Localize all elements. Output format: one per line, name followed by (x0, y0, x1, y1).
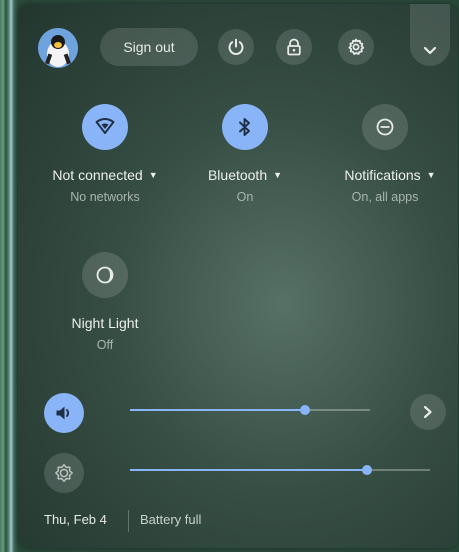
mute-button[interactable] (44, 393, 84, 433)
brightness-slider-track (367, 469, 430, 471)
wifi-icon (95, 118, 115, 134)
volume-slider-fill (130, 409, 306, 411)
notifications-dropdown-icon: ▼ (426, 170, 436, 180)
brightness-button (44, 453, 84, 493)
bluetooth-status: On (236, 190, 254, 204)
notifications-toggle[interactable] (362, 104, 408, 150)
brightness-slider-thumb[interactable] (362, 465, 372, 475)
lock-icon (287, 38, 301, 56)
volume-slider-thumb[interactable] (300, 405, 311, 415)
do-not-disturb-icon (376, 118, 394, 136)
settings-button[interactable] (338, 29, 374, 65)
footer-divider (128, 510, 129, 532)
battery-status: Battery full (140, 512, 202, 527)
lock-button[interactable] (276, 29, 312, 65)
bluetooth-label: Bluetooth (207, 167, 268, 183)
settings-icon (348, 38, 365, 55)
night-light-toggle[interactable] (82, 252, 128, 298)
collapse-button[interactable] (410, 4, 450, 66)
night-light-label: Night Light (71, 315, 139, 331)
brightness-icon (55, 464, 73, 482)
wifi-toggle[interactable] (82, 104, 128, 150)
wifi-label-row[interactable]: Not connected ▼ (40, 167, 170, 183)
chevron-right-icon (423, 405, 432, 419)
notifications-label-row[interactable]: Notifications ▼ (325, 167, 455, 183)
bluetooth-dropdown-icon: ▼ (273, 170, 283, 180)
chevron-down-icon (423, 46, 437, 55)
bluetooth-label-row[interactable]: Bluetooth ▼ (180, 167, 310, 183)
bluetooth-icon (239, 118, 250, 136)
brightness-slider-fill (130, 469, 367, 471)
power-icon (228, 38, 244, 55)
night-light-status: Off (96, 338, 114, 352)
wifi-dropdown-icon: ▼ (148, 170, 158, 180)
date-label[interactable]: Thu, Feb 4 (44, 512, 107, 527)
sign-out-button[interactable]: Sign out (100, 28, 198, 66)
notifications-label: Notifications (344, 167, 421, 183)
volume-slider-track (305, 409, 370, 411)
audio-settings-button[interactable] (410, 394, 446, 430)
notifications-status: On, all apps (351, 190, 419, 204)
volume-icon (56, 406, 70, 420)
bluetooth-toggle[interactable] (222, 104, 268, 150)
wifi-status: No networks (70, 190, 140, 204)
avatar[interactable] (38, 28, 78, 68)
quick-settings-panel: Sign out Not connected ▼ No networks Blu… (18, 4, 458, 548)
penguin-avatar-icon (38, 28, 78, 68)
sign-out-label: Sign out (123, 39, 175, 55)
power-button[interactable] (218, 29, 254, 65)
wifi-label: Not connected (52, 167, 143, 183)
night-light-icon (96, 266, 114, 284)
